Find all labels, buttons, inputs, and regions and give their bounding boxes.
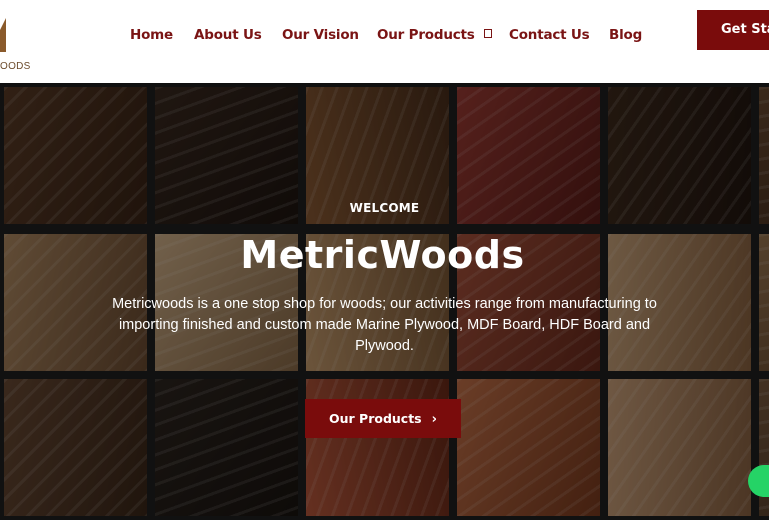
hero-description: Metricwoods is a one stop shop for woods… — [112, 296, 657, 354]
nav-blog[interactable]: Blog — [609, 27, 642, 43]
nav-our-vision[interactable]: Our Vision — [282, 27, 359, 43]
hero-welcome: WELCOME — [349, 201, 420, 215]
nav-home[interactable]: Home — [130, 27, 173, 43]
get-started-button[interactable]: Get Sta — [697, 10, 769, 50]
our-products-button-label: Our Products — [329, 411, 422, 426]
our-products-button[interactable]: Our Products › — [305, 399, 461, 438]
hero-title: MetricWoods — [240, 233, 525, 277]
hero-section: WELCOME MetricWoods Metricwoods is a one… — [0, 83, 769, 520]
nav-about-us[interactable]: About Us — [194, 27, 262, 43]
logo[interactable]: OODS — [0, 8, 42, 72]
dropdown-icon — [483, 29, 492, 38]
chevron-right-icon: › — [431, 412, 437, 427]
nav-our-products-label: Our Products — [377, 27, 475, 43]
logo-text: OODS — [0, 61, 31, 72]
nav-contact-us[interactable]: Contact Us — [509, 27, 590, 43]
nav-our-products[interactable]: Our Products — [377, 27, 492, 43]
site-header: OODS Home About Us Our Vision Our Produc… — [0, 0, 769, 83]
